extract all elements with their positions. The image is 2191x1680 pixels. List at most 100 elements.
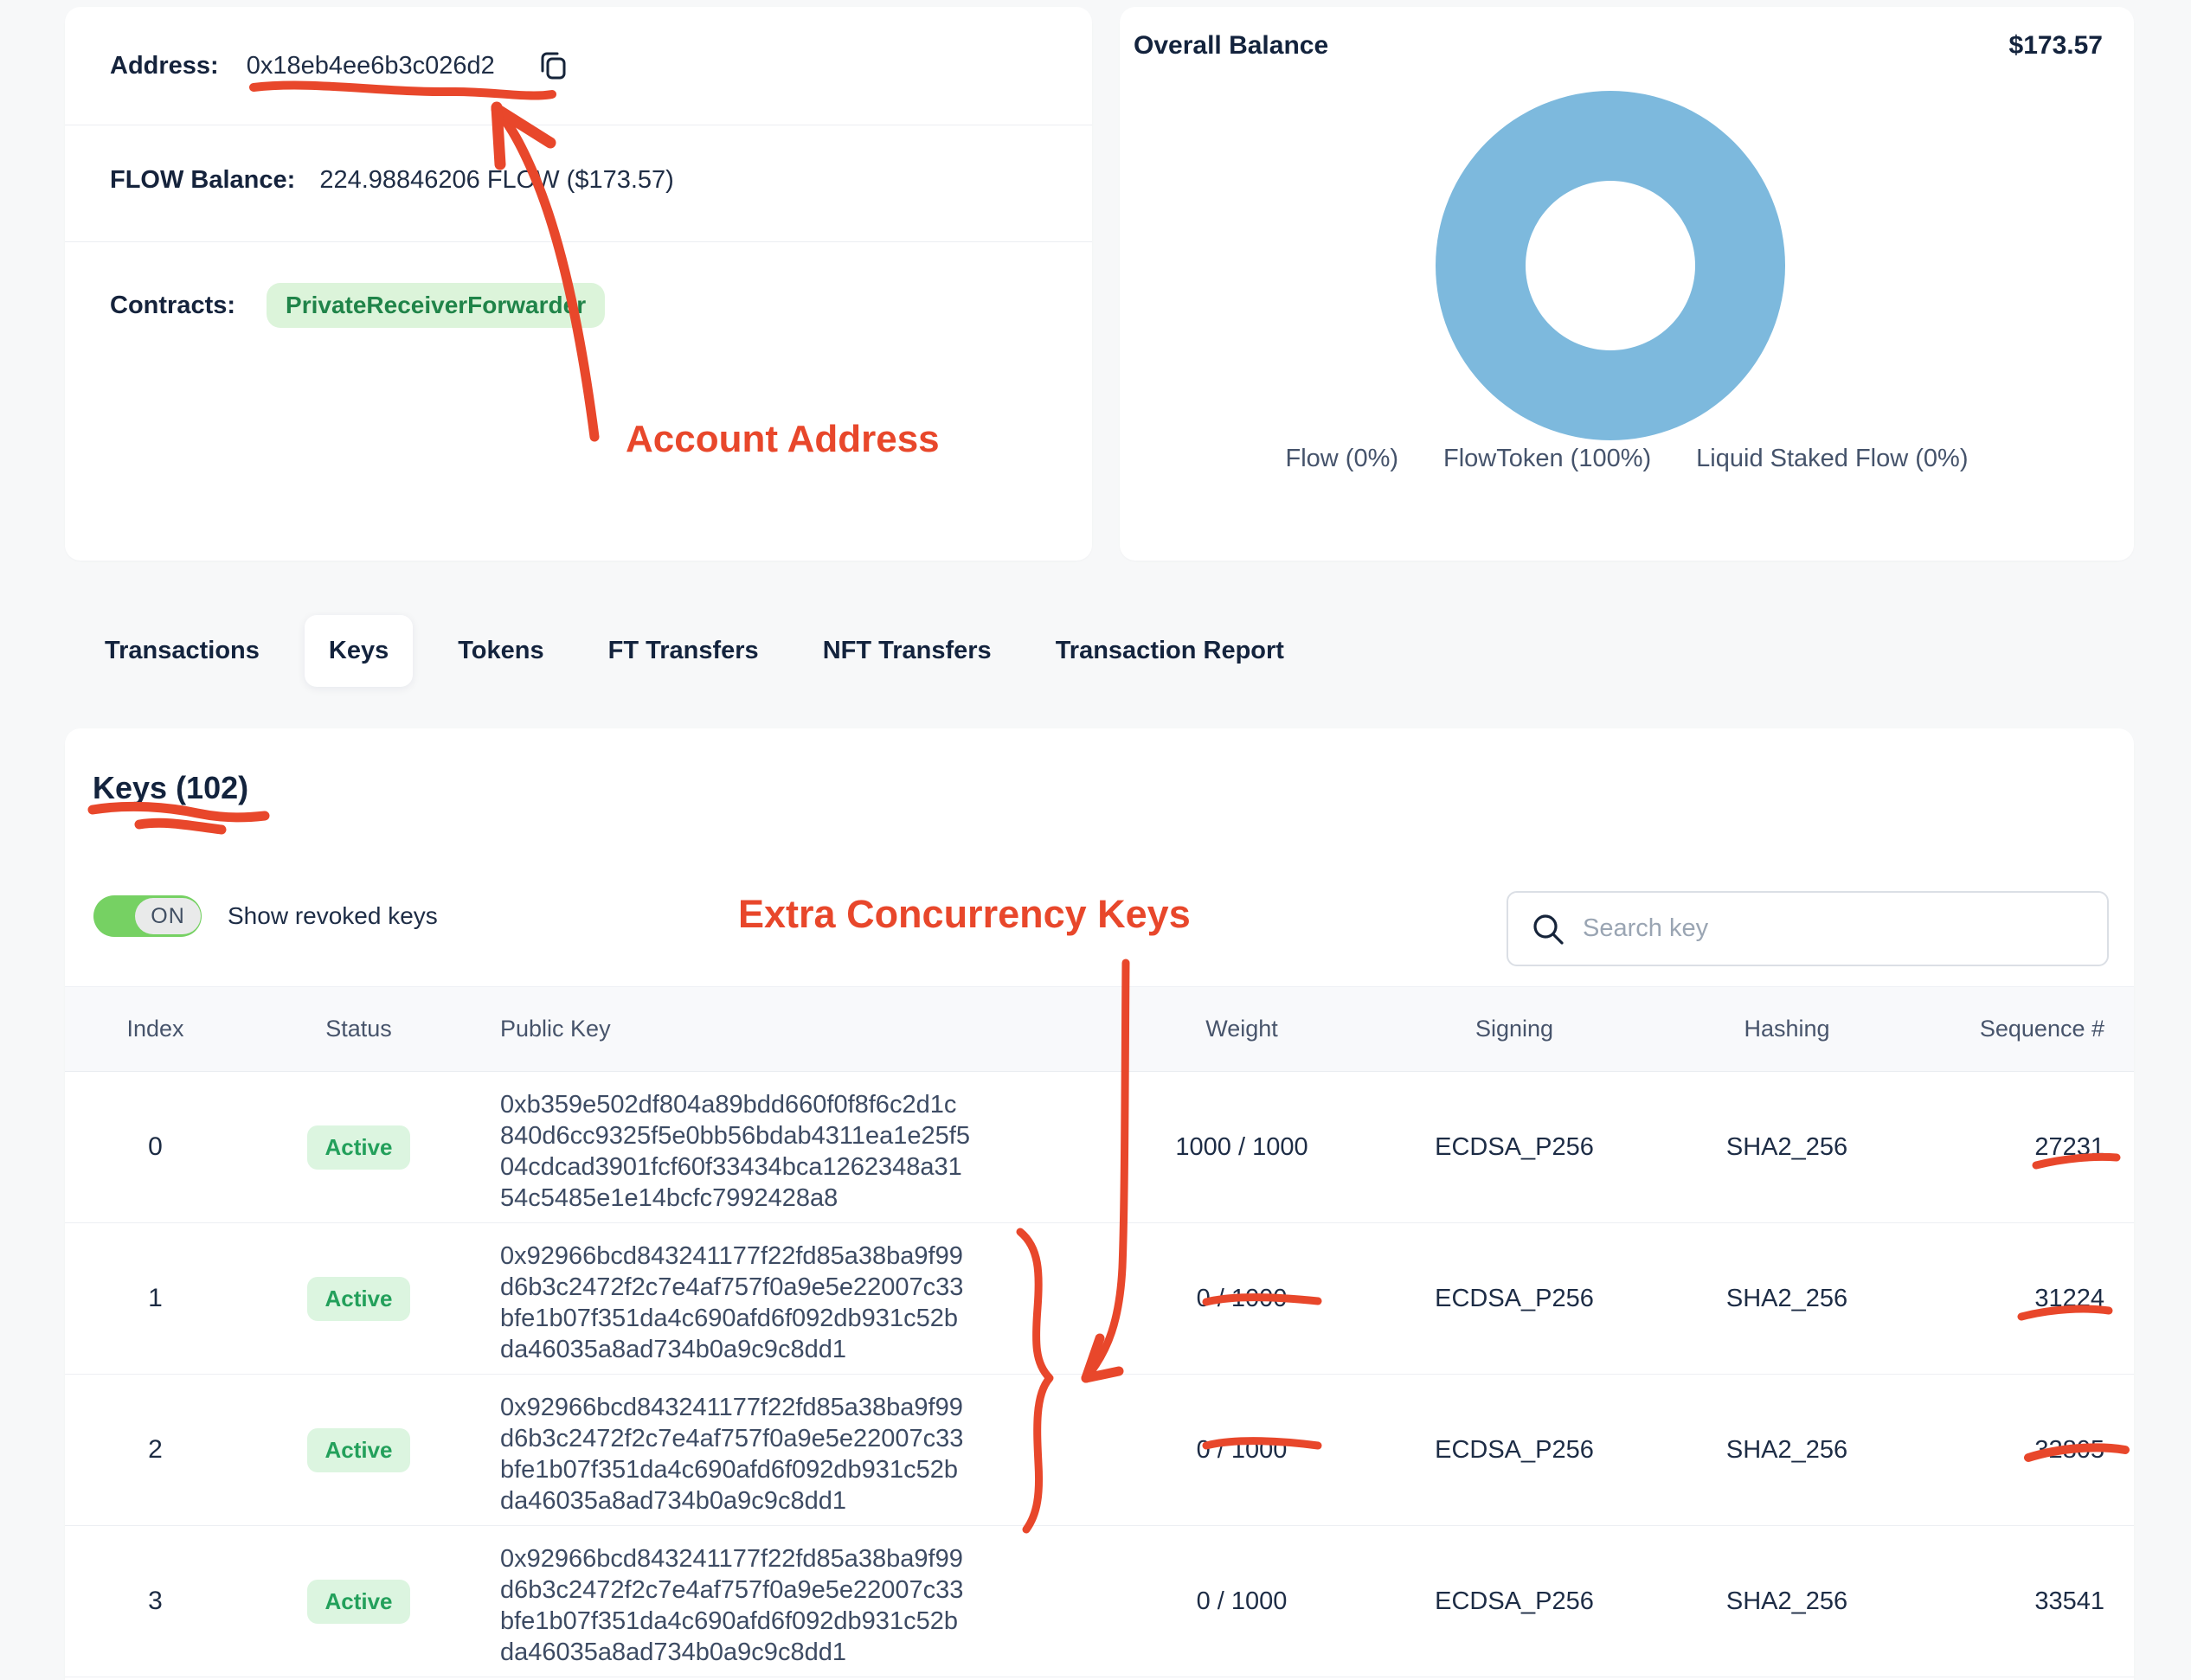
public-key-line: da46035a8ad734b0a9c9c8dd1 — [500, 1334, 1111, 1365]
contract-badge[interactable]: PrivateReceiverForwarder — [267, 283, 605, 328]
key-signing: ECDSA_P256 — [1372, 1526, 1657, 1677]
key-hashing: SHA2_256 — [1657, 1223, 1917, 1375]
toggle-knob: ON — [135, 898, 201, 934]
tab-tokens[interactable]: Tokens — [439, 637, 562, 665]
key-status: Active — [212, 1223, 463, 1375]
public-key-line: bfe1b07f351da4c690afd6f092db931c52b — [500, 1454, 1111, 1485]
legend-item-flowtoken-100: FlowToken (100%) — [1443, 445, 1651, 473]
column-header-sequence: Sequence # — [1917, 987, 2134, 1072]
column-header-index: Index — [65, 987, 212, 1072]
tab-transactions[interactable]: Transactions — [86, 637, 279, 665]
key-index: 3 — [65, 1526, 212, 1677]
tab-keys[interactable]: Keys — [305, 615, 413, 687]
key-hashing: SHA2_256 — [1657, 1526, 1917, 1677]
address-label: Address: — [110, 52, 219, 80]
account-info-card: Address: 0x18eb4ee6b3c026d2 FLOW Balance… — [65, 7, 1092, 561]
key-row-3: 3 Active 0x92966bcd843241177f22fd85a38ba9f… — [65, 1526, 2134, 1677]
search-key-input[interactable] — [1581, 914, 2090, 944]
public-key: 0x92966bcd843241177f22fd85a38ba9f99d6b3c… — [463, 1526, 1112, 1677]
key-row-0: 0 Active 0xb359e502df804a89bdd660f0f8f6c2d… — [65, 1072, 2134, 1223]
balance-total-usd: $173.57 — [2009, 31, 2103, 61]
public-key-line: 0xb359e502df804a89bdd660f0f8f6c2d1c — [500, 1089, 1111, 1120]
show-revoked-toggle[interactable]: ON — [93, 895, 202, 937]
tab-nft-transfers[interactable]: NFT Transfers — [804, 637, 1011, 665]
public-key-line: 0x92966bcd843241177f22fd85a38ba9f99 — [500, 1543, 1111, 1574]
public-key-line: d6b3c2472f2c7e4af757f0a9e5e22007c33 — [500, 1272, 1111, 1303]
key-hashing: SHA2_256 — [1657, 1375, 1917, 1526]
public-key-line: da46035a8ad734b0a9c9c8dd1 — [500, 1637, 1111, 1668]
column-header-signing: Signing — [1372, 987, 1657, 1072]
overall-balance-card: Overall Balance $173.57 Flow (0%) FlowTok… — [1120, 7, 2134, 561]
show-revoked-label: Show revoked keys — [228, 902, 438, 930]
address-row: Address: 0x18eb4ee6b3c026d2 — [110, 35, 571, 97]
column-header-status: Status — [212, 987, 463, 1072]
key-signing: ECDSA_P256 — [1372, 1223, 1657, 1375]
public-key-line: bfe1b07f351da4c690afd6f092db931c52b — [500, 1606, 1111, 1637]
balance-donut-chart — [1436, 91, 1785, 440]
donut-hole — [1526, 181, 1695, 350]
key-row-2: 2 Active 0x92966bcd843241177f22fd85a38ba9f… — [65, 1375, 2134, 1526]
key-weight: 0 / 1000 — [1112, 1223, 1372, 1375]
key-status: Active — [212, 1375, 463, 1526]
key-index: 1 — [65, 1223, 212, 1375]
key-sequence: 32805 — [1917, 1375, 2134, 1526]
address-value: 0x18eb4ee6b3c026d2 — [247, 52, 495, 80]
donut-legend: Flow (0%) FlowToken (100%) Liquid Staked F… — [1120, 445, 2134, 473]
legend-item-flow-0: Flow (0%) — [1286, 445, 1399, 473]
public-key-line: bfe1b07f351da4c690afd6f092db931c52b — [500, 1303, 1111, 1334]
public-key-line: da46035a8ad734b0a9c9c8dd1 — [500, 1485, 1111, 1516]
column-header-weight: Weight — [1112, 987, 1372, 1072]
contracts-label: Contracts: — [110, 292, 235, 320]
public-key-line: 840d6cc9325f5e0bb56bdab4311ea1e25f5 — [500, 1120, 1111, 1151]
flow-balance-row: FLOW Balance: 224.98846206 FLOW ($173.57… — [110, 145, 674, 215]
keys-heading: Keys (102) — [93, 770, 248, 806]
balance-card-header: Overall Balance $173.57 — [1134, 31, 2103, 61]
column-header-hashing: Hashing — [1657, 987, 1917, 1072]
public-key-line: d6b3c2472f2c7e4af757f0a9e5e22007c33 — [500, 1423, 1111, 1454]
contracts-row: Contracts: PrivateReceiverForwarder — [110, 273, 605, 337]
key-index: 2 — [65, 1375, 212, 1526]
public-key: 0x92966bcd843241177f22fd85a38ba9f99d6b3c… — [463, 1223, 1112, 1375]
key-sequence: 27231 — [1917, 1072, 2134, 1223]
key-status: Active — [212, 1072, 463, 1223]
toggle-on-label: ON — [151, 904, 185, 929]
key-index: 0 — [65, 1072, 212, 1223]
key-weight: 1000 / 1000 — [1112, 1072, 1372, 1223]
tab-transaction-report[interactable]: Transaction Report — [1037, 637, 1303, 665]
search-icon — [1529, 910, 1567, 948]
public-key-line: 54c5485e1e14bcfc7992428a8 — [500, 1183, 1111, 1214]
public-key-line: 0x92966bcd843241177f22fd85a38ba9f99 — [500, 1392, 1111, 1423]
public-key-line: 04cdcad3901fcf60f33434bca1262348a31 — [500, 1151, 1111, 1183]
key-sequence: 31224 — [1917, 1223, 2134, 1375]
divider — [65, 241, 1092, 242]
key-row-1: 1 Active 0x92966bcd843241177f22fd85a38ba9f… — [65, 1223, 2134, 1375]
toggle-row: ON Show revoked keys — [93, 895, 438, 937]
key-signing: ECDSA_P256 — [1372, 1375, 1657, 1526]
tab-bar: Transactions Keys Tokens FT Transfers NFT Tr… — [86, 613, 1303, 688]
balance-card-title: Overall Balance — [1134, 31, 1328, 61]
flow-balance-value: 224.98846206 FLOW ($173.57) — [319, 166, 674, 195]
tab-ft-transfers[interactable]: FT Transfers — [589, 637, 778, 665]
key-search-box — [1507, 891, 2109, 966]
legend-item-liquid-staked-flow-0: Liquid Staked Flow (0%) — [1696, 445, 1968, 473]
status-badge: Active — [307, 1580, 409, 1624]
key-status: Active — [212, 1526, 463, 1677]
public-key-line: 0x92966bcd843241177f22fd85a38ba9f99 — [500, 1241, 1111, 1272]
status-badge: Active — [307, 1277, 409, 1321]
key-weight: 0 / 1000 — [1112, 1526, 1372, 1677]
key-signing: ECDSA_P256 — [1372, 1072, 1657, 1223]
public-key: 0x92966bcd843241177f22fd85a38ba9f99d6b3c… — [463, 1375, 1112, 1526]
copy-icon — [535, 48, 571, 84]
keys-table-body: 0 Active 0xb359e502df804a89bdd660f0f8f6c2d… — [65, 1072, 2134, 1677]
public-key-line: d6b3c2472f2c7e4af757f0a9e5e22007c33 — [500, 1574, 1111, 1606]
status-badge: Active — [307, 1428, 409, 1472]
copy-address-button[interactable] — [535, 48, 571, 84]
column-header-public-key: Public Key — [463, 987, 1112, 1072]
key-hashing: SHA2_256 — [1657, 1072, 1917, 1223]
keys-table-header-row: IndexStatusPublic KeyWeightSigningHashin… — [65, 987, 2134, 1072]
key-weight: 0 / 1000 — [1112, 1375, 1372, 1526]
public-key: 0xb359e502df804a89bdd660f0f8f6c2d1c840d6… — [463, 1072, 1112, 1223]
key-sequence: 33541 — [1917, 1526, 2134, 1677]
keys-table: IndexStatusPublic KeyWeightSigningHashin… — [65, 986, 2134, 1677]
status-badge: Active — [307, 1125, 409, 1170]
